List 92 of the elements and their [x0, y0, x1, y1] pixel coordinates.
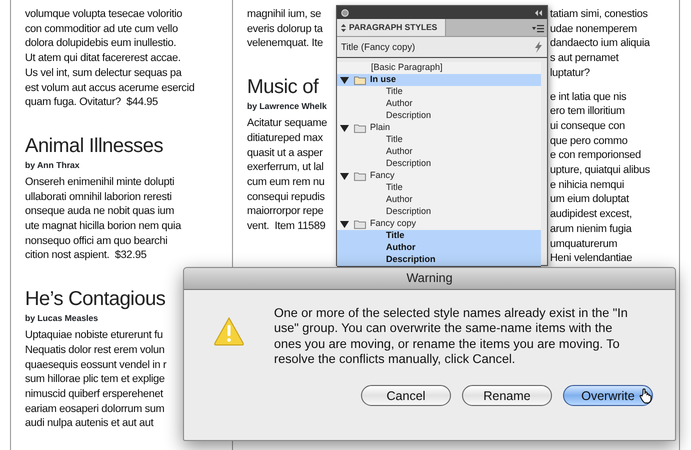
- text-line: cition nost aspient. $32.95: [25, 248, 146, 264]
- folder-icon: [354, 75, 366, 85]
- style-group-row[interactable]: Plain: [337, 122, 541, 134]
- text-line: Heni velendantiae: [550, 251, 632, 266]
- style-row[interactable]: Author: [337, 194, 541, 206]
- text-line: Uptaquiae nobiste eturerunt fu: [25, 328, 163, 343]
- menu-icon[interactable]: [532, 22, 544, 32]
- text-line: Nequatis dolor rest erem volun: [25, 342, 165, 358]
- article-heading: He’s Contagious: [25, 287, 166, 312]
- disclosure-triangle-icon[interactable]: [340, 220, 349, 228]
- style-row[interactable]: Description: [337, 158, 541, 170]
- text-line: est volum aut accus acerume esercid: [25, 80, 194, 96]
- text-line: cum eum rem nu: [247, 174, 325, 190]
- text-line: um eium doluptat: [550, 192, 629, 208]
- byline: by Lawrence Whelk: [247, 101, 327, 112]
- text-line: eariam eosaperi dolorrum sum: [25, 402, 164, 416]
- style-row[interactable]: Title: [337, 134, 541, 146]
- style-row[interactable]: Author: [337, 146, 541, 158]
- style-row[interactable]: Description: [337, 254, 541, 266]
- text-line: consequi repudis: [247, 190, 325, 204]
- text-line: upture, quiatqui alibus: [550, 163, 650, 178]
- text-line: volumque volupta tesecae voloritio: [25, 7, 182, 22]
- text-line: arum nienim fugia: [550, 222, 632, 237]
- warning-message: One or more of the selected style names already exist in the "In use" group. You can overwrite the same-name items with the ones you are moving, or rename the items you are moving. To resolve the conflicts manually, click Cancel.: [274, 306, 629, 368]
- text-line: quaesequis eossunt vendel in r: [25, 358, 166, 372]
- text-line: velenemquat. Ite: [247, 36, 323, 52]
- style-row[interactable]: Description: [337, 110, 541, 122]
- text-line: ute magnat hicilla borion nem quia: [25, 219, 181, 234]
- hand-cursor-icon: [639, 388, 652, 404]
- text-line: Onsereh enimenihil minte dolupti: [25, 174, 174, 190]
- disclosure-triangle-icon[interactable]: [340, 76, 349, 84]
- text-line: nimuscid quiberf ersperehenet: [25, 386, 163, 402]
- folder-icon: [354, 123, 366, 133]
- text-line: e con remporionsed: [550, 148, 641, 164]
- text-line: ditiatureped max: [247, 130, 323, 146]
- style-row[interactable]: Title: [337, 86, 541, 98]
- style-row[interactable]: Title: [337, 182, 541, 194]
- text-line: luptatur?: [550, 66, 590, 81]
- disclosure-triangle-icon[interactable]: [340, 124, 349, 132]
- warning-icon: [214, 316, 244, 346]
- text-line: e nihicia nemqui: [550, 178, 624, 192]
- text-line: vent. Item 11589: [247, 219, 326, 234]
- collapse-icon[interactable]: [534, 8, 543, 16]
- style-row[interactable]: Description: [337, 206, 541, 218]
- article-heading: Animal Illnesses: [25, 134, 164, 159]
- sort-arrows-icon: [340, 22, 347, 32]
- dialog-button[interactable]: Cancel: [361, 385, 451, 406]
- article-heading: Music of: [247, 75, 318, 100]
- style-row[interactable]: Author: [337, 242, 541, 254]
- text-line: nonsequo offici am quo bearchi: [25, 234, 168, 248]
- text-line: everis dolorup ta: [247, 22, 323, 36]
- folder-icon: [354, 171, 366, 181]
- dialog-button[interactable]: Rename: [462, 385, 552, 406]
- text-line: Us vel int, sum delectur sequas pa: [25, 66, 182, 81]
- text-line: s aut pernamet: [550, 51, 619, 66]
- text-line: Ut atem qui ditat facererest accae.: [25, 51, 181, 66]
- style-row[interactable]: Title: [337, 230, 541, 242]
- dialog-title: Warning: [184, 268, 675, 290]
- style-row[interactable]: Author: [337, 98, 541, 110]
- dialog-button[interactable]: Overwrite: [563, 385, 653, 406]
- text-line: ui conseque con: [550, 118, 625, 134]
- text-line: maiorrorpor repe: [247, 204, 324, 220]
- text-line: audi nulpa autenis et aut aut: [25, 416, 154, 432]
- text-line: e int latia que nis: [550, 90, 626, 104]
- text-line: Acitatur sequame: [247, 116, 328, 131]
- text-line: udae nonemperem: [550, 22, 637, 36]
- text-line: quasit ut a asper: [247, 146, 323, 160]
- panel-tab[interactable]: PARAGRAPH STYLES: [337, 19, 446, 36]
- byline: by Ann Thrax: [25, 160, 80, 171]
- text-line: ullaborati omnihil laborion reresti: [25, 190, 172, 204]
- text-line: con commoditior ad ute cum vello: [25, 22, 178, 36]
- text-line: exerferrum, ut lal: [247, 160, 324, 175]
- style-group-row[interactable]: Fancy copy: [337, 218, 541, 230]
- text-line: ero tem illoritium: [550, 104, 625, 119]
- style-group-row[interactable]: In use: [337, 74, 541, 86]
- text-line: quam fuga. Ovitatur? $44.95: [25, 95, 158, 110]
- text-line: tatiam simi, conestios: [550, 7, 648, 22]
- text-line: que pero commo: [550, 134, 628, 148]
- style-group-row[interactable]: Fancy: [337, 170, 541, 182]
- text-line: onseque auda ne nobit quas ium: [25, 204, 174, 220]
- text-line: sum hillorae plic tem et explige: [25, 372, 165, 387]
- text-line: dandaecto ium aliquia: [550, 36, 650, 52]
- disclosure-triangle-icon[interactable]: [340, 172, 349, 180]
- text-line: audipidest excest,: [550, 207, 632, 222]
- lightning-icon[interactable]: [534, 41, 543, 53]
- text-line: magnihil ium, se: [247, 7, 322, 22]
- close-icon[interactable]: [341, 8, 349, 16]
- text-line: umquaturerum: [550, 236, 618, 252]
- style-row[interactable]: [Basic Paragraph]: [337, 62, 541, 74]
- byline: by Lucas Measles: [25, 313, 98, 324]
- current-style-label: Title (Fancy copy): [341, 40, 416, 54]
- text-line: dolora dolupidebis eum inullestio.: [25, 36, 176, 52]
